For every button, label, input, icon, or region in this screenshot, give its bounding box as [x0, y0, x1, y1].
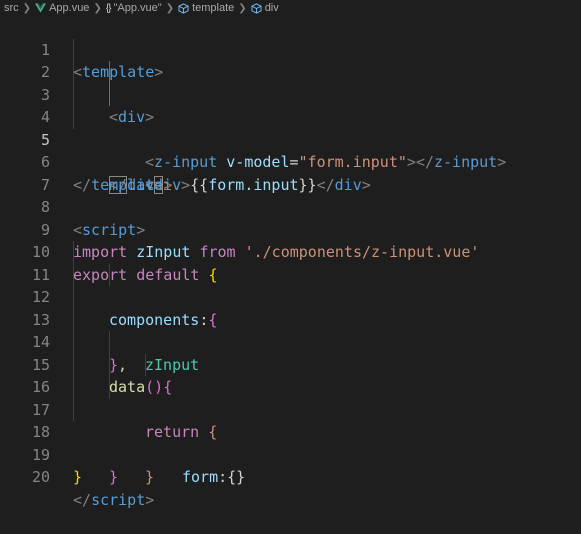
indent-guide: [109, 263, 110, 286]
indent-guide: [73, 376, 74, 399]
code-line[interactable]: 18 }: [0, 398, 581, 486]
indent-guide: [145, 353, 146, 376]
code-line[interactable]: 13 },: [0, 286, 581, 374]
chevron-right-icon: ❯: [165, 2, 175, 14]
code-editor[interactable]: 1 <template> 2 <div> 3 <z-input v-model=…: [0, 16, 581, 509]
code-line[interactable]: 20 </script>: [0, 444, 581, 509]
indent-guide: [73, 398, 74, 421]
code-line-current[interactable]: 5 </div>: [0, 106, 581, 194]
tag-bracket: >: [145, 490, 155, 509]
breadcrumb-src-label: src: [4, 2, 19, 14]
indent-guide: [109, 331, 110, 354]
code-line[interactable]: 4 <div>{{form.input}}</div>: [0, 83, 581, 194]
breadcrumb-div[interactable]: div: [251, 2, 279, 14]
breadcrumb-template-label: template: [192, 2, 235, 14]
code-line[interactable]: 15 return {: [0, 331, 581, 441]
indent-guide: [73, 286, 74, 309]
cube-icon: [178, 2, 189, 14]
chevron-right-icon: ❯: [93, 2, 102, 14]
indent-guide: [73, 263, 74, 286]
indent-guide: [73, 308, 74, 331]
colon: :: [218, 468, 228, 486]
code-content: </script>: [73, 489, 154, 512]
brace: {}: [227, 468, 246, 486]
indent-guide: [73, 241, 74, 264]
breadcrumb: src ❯ App.vue ❯ {} "App.vue" ❯ template …: [0, 0, 581, 16]
code-line[interactable]: 2 <div>: [0, 38, 581, 126]
code-content: }: [145, 466, 154, 489]
code-line[interactable]: 3 <z-input v-model="form.input"></z-inpu…: [0, 61, 581, 171]
breadcrumb-component[interactable]: {} "App.vue": [106, 2, 162, 14]
chevron-right-icon: ❯: [238, 2, 247, 14]
indent-guide: [109, 353, 110, 376]
breadcrumb-src[interactable]: src: [4, 2, 19, 14]
breadcrumb-app-vue[interactable]: App.vue: [35, 2, 89, 14]
indent-guide: [73, 61, 74, 84]
brace: }: [145, 468, 155, 486]
braces-icon: {}: [105, 2, 112, 14]
breadcrumb-app-vue-label: App.vue: [49, 2, 90, 14]
property-key: form: [182, 468, 219, 486]
code-line[interactable]: 11 components:{: [0, 241, 581, 329]
code-line[interactable]: 7: [0, 151, 581, 194]
indent-guide: [73, 331, 74, 354]
code-content: }: [109, 466, 118, 489]
code-line[interactable]: 9 import zInput from './components/z-inp…: [0, 196, 581, 262]
code-line[interactable]: 17 }: [0, 376, 581, 486]
indent-guide: [109, 83, 110, 106]
cube-icon: [251, 2, 262, 14]
code-content: }: [73, 466, 82, 489]
chevron-right-icon: ❯: [22, 2, 32, 14]
breadcrumb-template[interactable]: template: [178, 2, 234, 14]
indent-guide: [73, 353, 74, 376]
code-line[interactable]: 19 }: [0, 421, 581, 487]
tag-bracket: </: [73, 490, 92, 509]
indent-guide: [109, 376, 110, 399]
code-line[interactable]: 6 </template>: [0, 129, 581, 194]
code-line[interactable]: 1 <template>: [0, 16, 581, 82]
tag-name: script: [91, 490, 146, 509]
indent-guide: [73, 83, 74, 106]
line-number: 20: [31, 468, 50, 486]
code-line[interactable]: 8 <script>: [0, 174, 581, 239]
code-line[interactable]: 14 data(){: [0, 308, 581, 396]
breadcrumb-div-label: div: [264, 2, 279, 14]
code-line[interactable]: 10 export default {: [0, 219, 581, 284]
brace: }: [109, 468, 119, 486]
indent-guide: [109, 61, 110, 84]
code-line[interactable]: 16 form:{}: [0, 353, 581, 486]
code-content: form:{}: [182, 466, 245, 489]
code-line[interactable]: 12 zInput: [0, 263, 581, 374]
brace: }: [73, 468, 83, 486]
indent-guide: [73, 106, 74, 129]
breadcrumb-component-label: "App.vue": [113, 2, 162, 14]
indent-guide: [73, 38, 74, 61]
vue-logo-icon: [35, 3, 47, 13]
